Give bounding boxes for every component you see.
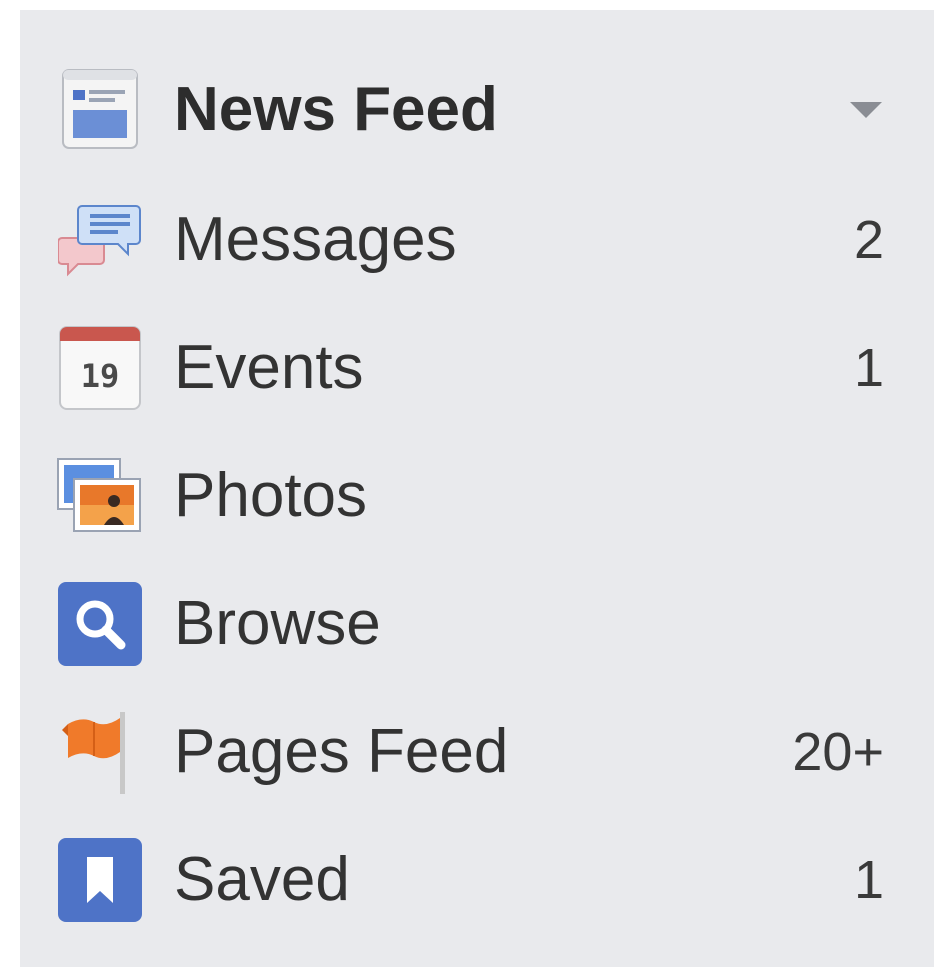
badge-count: 1 — [853, 338, 884, 398]
nav-item-label: Browse — [174, 589, 381, 658]
nav-item-label: Saved — [174, 845, 350, 914]
nav-item-pages-feed[interactable]: Pages Feed 20+ — [56, 702, 884, 802]
nav-item-label: Events — [174, 333, 364, 402]
messages-icon — [56, 196, 144, 284]
nav-item-photos[interactable]: Photos — [56, 446, 884, 546]
left-nav-panel: News Feed Messages 2 19 Events 1 Photos … — [20, 10, 934, 967]
news-feed-icon — [56, 66, 144, 154]
nav-item-messages[interactable]: Messages 2 — [56, 190, 884, 290]
nav-item-label: News Feed — [174, 75, 498, 144]
saved-bookmark-icon — [56, 836, 144, 924]
nav-item-events[interactable]: 19 Events 1 — [56, 318, 884, 418]
nav-item-saved[interactable]: Saved 1 — [56, 830, 884, 930]
photos-icon — [56, 452, 144, 540]
nav-item-browse[interactable]: Browse — [56, 574, 884, 674]
nav-item-label: Pages Feed — [174, 717, 509, 786]
calendar-day-number: 19 — [81, 357, 120, 395]
badge-count: 1 — [853, 850, 884, 910]
badge-count: 20+ — [792, 722, 884, 782]
nav-item-label: Photos — [174, 461, 368, 530]
nav-item-news-feed[interactable]: News Feed — [56, 60, 884, 160]
badge-count: 2 — [853, 210, 884, 270]
chevron-down-icon[interactable] — [844, 95, 884, 125]
nav-item-label: Messages — [174, 205, 457, 274]
pages-flag-icon — [56, 708, 144, 796]
browse-search-icon — [56, 580, 144, 668]
events-calendar-icon: 19 — [56, 324, 144, 412]
